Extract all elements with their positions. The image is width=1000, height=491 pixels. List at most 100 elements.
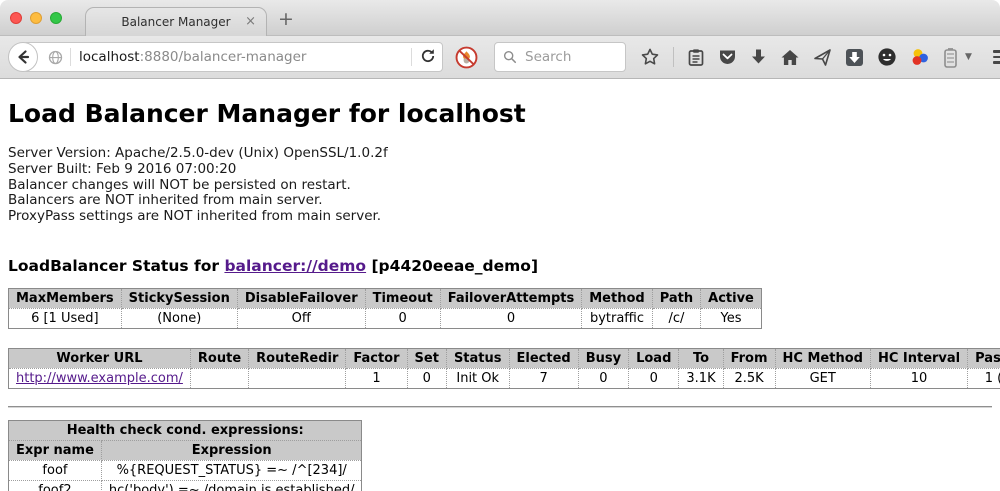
search-box[interactable] bbox=[494, 42, 626, 72]
worker-row: http://www.example.com/ 1 0 Init Ok 7 0 … bbox=[9, 368, 1000, 388]
failoverattempts-cell: 0 bbox=[440, 308, 582, 328]
method-cell: bytraffic bbox=[582, 308, 652, 328]
notice-line: Balancer changes will NOT be persisted o… bbox=[8, 178, 992, 194]
header-cell: MaxMembers bbox=[9, 288, 122, 308]
stickysession-cell: (None) bbox=[121, 308, 237, 328]
tab-balancer-manager[interactable]: Balancer Manager × bbox=[85, 7, 267, 36]
server-version-line: Server Version: Apache/2.5.0-dev (Unix) … bbox=[8, 146, 992, 162]
header-cell: Set bbox=[407, 348, 446, 368]
hc-method-cell: GET bbox=[775, 368, 870, 388]
url-path: :8880/balancer-manager bbox=[140, 49, 307, 65]
status-cell: Init Ok bbox=[446, 368, 509, 388]
notice-line: ProxyPass settings are NOT inherited fro… bbox=[8, 209, 992, 225]
toolbar-separator bbox=[673, 47, 674, 67]
url-text[interactable]: localhost:8880/balancer-manager bbox=[79, 49, 403, 65]
share-plane-icon[interactable] bbox=[813, 48, 832, 67]
table-header-row: Worker URL Route RouteRedir Factor Set S… bbox=[9, 348, 1000, 368]
expression-cell: hc('body') =~ /domain is established/ bbox=[101, 480, 362, 491]
status-prefix: LoadBalancer Status for bbox=[8, 257, 224, 275]
browser-window: Balancer Manager × + localhost:8880/bala… bbox=[0, 0, 1000, 491]
bookmark-star-icon[interactable] bbox=[640, 47, 660, 67]
header-cell: Load bbox=[629, 348, 679, 368]
firebug-disabled-icon[interactable] bbox=[455, 46, 478, 69]
header-cell: HC Interval bbox=[870, 348, 967, 368]
globe-icon bbox=[48, 50, 63, 65]
header-cell: Expr name bbox=[9, 440, 102, 460]
header-cell: Status bbox=[446, 348, 509, 368]
overflow-caret-icon[interactable]: ▼ bbox=[965, 52, 972, 62]
expression-row: foof %{REQUEST_STATUS} =~ /^[234]/ bbox=[9, 460, 362, 480]
table-title-row: Health check cond. expressions: bbox=[9, 420, 362, 440]
timeout-cell: 0 bbox=[365, 308, 440, 328]
minimize-window-button[interactable] bbox=[30, 12, 42, 24]
route-cell bbox=[190, 368, 248, 388]
hc-interval-cell: 10 bbox=[870, 368, 967, 388]
routeredir-cell bbox=[249, 368, 346, 388]
header-cell: Expression bbox=[101, 440, 362, 460]
path-cell: /c/ bbox=[652, 308, 700, 328]
from-cell: 2.5K bbox=[723, 368, 775, 388]
expr-name-cell: foof bbox=[9, 460, 102, 480]
health-table-title: Health check cond. expressions: bbox=[9, 420, 362, 440]
url-domain: localhost bbox=[79, 49, 140, 65]
close-window-button[interactable] bbox=[10, 12, 22, 24]
header-cell: HC Method bbox=[775, 348, 870, 368]
section-divider bbox=[8, 406, 992, 408]
url-divider-right bbox=[411, 48, 412, 66]
server-built-line: Server Built: Feb 9 2016 07:00:20 bbox=[8, 162, 992, 178]
tab-close-icon[interactable]: × bbox=[245, 14, 256, 29]
search-input[interactable] bbox=[523, 48, 613, 66]
header-cell: From bbox=[723, 348, 775, 368]
balancer-demo-link[interactable]: balancer://demo bbox=[224, 257, 366, 275]
header-cell: Worker URL bbox=[9, 348, 191, 368]
url-bar[interactable]: localhost:8880/balancer-manager bbox=[23, 42, 443, 72]
header-cell: Elected bbox=[509, 348, 578, 368]
active-cell: Yes bbox=[701, 308, 762, 328]
home-icon[interactable] bbox=[780, 48, 800, 67]
factor-cell: 1 bbox=[346, 368, 407, 388]
extension-download-box-icon[interactable] bbox=[845, 48, 864, 67]
notice-line: Balancers are NOT inherited from main se… bbox=[8, 193, 992, 209]
zoom-window-button[interactable] bbox=[50, 12, 62, 24]
elected-cell: 7 bbox=[509, 368, 578, 388]
header-cell: Timeout bbox=[365, 288, 440, 308]
header-cell: Route bbox=[190, 348, 248, 368]
menu-button[interactable] bbox=[993, 50, 1000, 64]
header-cell: Path bbox=[652, 288, 700, 308]
navigation-toolbar: localhost:8880/balancer-manager bbox=[0, 36, 1000, 79]
table-row: 6 [1 Used] (None) Off 0 0 bytraffic /c/ … bbox=[9, 308, 762, 328]
pocket-icon[interactable] bbox=[718, 48, 737, 66]
expression-cell: %{REQUEST_STATUS} =~ /^[234]/ bbox=[101, 460, 362, 480]
passes-cell: 1 (0) bbox=[968, 368, 1000, 388]
tab-title: Balancer Manager bbox=[121, 15, 230, 29]
downloads-icon[interactable] bbox=[750, 48, 767, 66]
back-button[interactable] bbox=[8, 42, 38, 72]
header-cell: Active bbox=[701, 288, 762, 308]
header-cell: Factor bbox=[346, 348, 407, 368]
header-cell: Passes bbox=[968, 348, 1000, 368]
title-bar: Balancer Manager × + bbox=[0, 0, 1000, 36]
maxmembers-cell: 6 [1 Used] bbox=[9, 308, 122, 328]
extension-colored-balls-icon[interactable] bbox=[910, 47, 930, 67]
extension-battery-icon[interactable] bbox=[943, 47, 958, 68]
toolbar-icons: ▼ bbox=[640, 47, 1000, 68]
traffic-lights bbox=[10, 12, 62, 24]
new-tab-button[interactable]: + bbox=[278, 10, 294, 29]
header-cell: Method bbox=[582, 288, 652, 308]
extension-smiley-icon[interactable] bbox=[877, 47, 897, 67]
loadbalancer-status-heading: LoadBalancer Status for balancer://demo … bbox=[8, 257, 992, 275]
balancer-config-table: MaxMembers StickySession DisableFailover… bbox=[8, 288, 762, 329]
header-cell: DisableFailover bbox=[237, 288, 365, 308]
page-content: Load Balancer Manager for localhost Serv… bbox=[0, 99, 1000, 491]
load-cell: 0 bbox=[629, 368, 679, 388]
reading-list-icon[interactable] bbox=[687, 48, 705, 67]
worker-url-link[interactable]: http://www.example.com/ bbox=[16, 371, 183, 386]
header-cell: FailoverAttempts bbox=[440, 288, 582, 308]
magnifier-icon bbox=[503, 50, 517, 64]
health-check-table: Health check cond. expressions: Expr nam… bbox=[8, 420, 362, 491]
header-cell: To bbox=[679, 348, 723, 368]
disablefailover-cell: Off bbox=[237, 308, 365, 328]
reload-button[interactable] bbox=[420, 48, 436, 67]
set-cell: 0 bbox=[407, 368, 446, 388]
header-cell: RouteRedir bbox=[249, 348, 346, 368]
